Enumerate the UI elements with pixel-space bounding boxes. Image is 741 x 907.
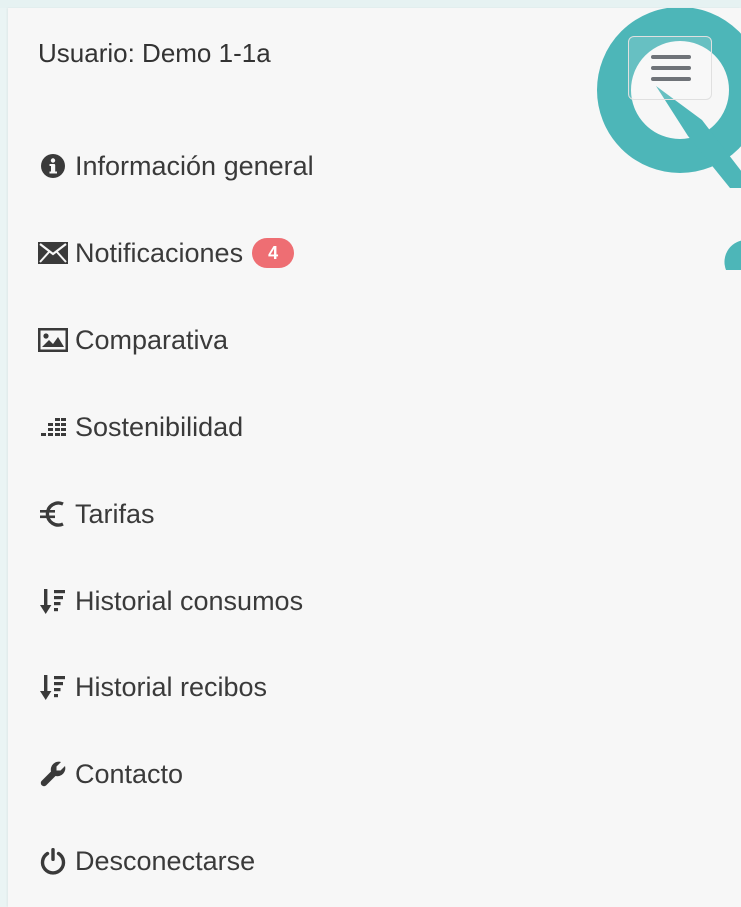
current-user-label: Usuario: Demo 1-1a [38,38,271,68]
envelope-icon [38,238,68,268]
bar-grid-icon [38,412,68,442]
nav-item-sostenibilidad[interactable]: Sostenibilidad [38,407,243,447]
euro-icon [38,499,68,529]
nav-item-desconectarse[interactable]: Desconectarse [38,841,255,881]
nav-item-label: Historial recibos [75,671,268,702]
nav-item-label: Notificaciones [75,237,244,268]
nav-item-historial-consumos[interactable]: Historial consumos [38,581,303,621]
notification-count-badge: 4 [252,238,295,268]
power-icon [38,846,68,876]
nav-item-label: Sostenibilidad [75,411,244,442]
nav-item-contacto[interactable]: Contacto [38,754,183,794]
nav-item-comparativa[interactable]: Comparativa [38,320,228,360]
nav-item-label: Información general [75,150,314,181]
background-strip [0,0,741,8]
nav-item-historial-recibos[interactable]: Historial recibos [38,667,267,707]
nav-item-tarifas[interactable]: Tarifas [38,494,155,534]
nav-item-label: Tarifas [75,498,155,529]
menu-toggle-button[interactable] [628,36,712,100]
nav-item-label: Desconectarse [75,845,256,876]
nav-item-label: Historial consumos [75,585,304,616]
nav-item-label: Contacto [75,758,184,789]
wrench-icon [38,759,68,789]
nav-item-label: Comparativa [75,324,229,355]
nav-item-notificaciones[interactable]: Notificaciones 4 [38,233,295,273]
sort-amount-down-icon [38,586,68,616]
nav-item-informacion-general[interactable]: Información general [38,146,314,186]
info-circle-icon [38,151,68,181]
picture-icon [38,325,68,355]
sort-amount-down-icon [38,672,68,702]
